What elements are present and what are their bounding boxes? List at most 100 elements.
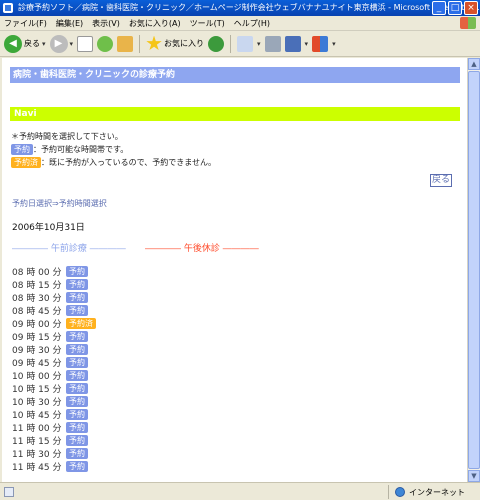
time-slot: 09 時 30 分予約 [12,343,96,356]
favorites-button[interactable]: お気に入り [146,35,205,52]
title-bar: 診療予約ソフト／病院・歯科医院・クリニック／ホームページ制作会社ウェブバナナユナ… [0,0,480,16]
slot-reserve-button[interactable]: 予約 [66,357,88,368]
back-arrow-icon: ◀ [4,34,22,53]
legend-taken-badge: 予約済 [11,157,41,168]
messenger-icon[interactable] [312,35,329,52]
slot-reserve-button[interactable]: 予約 [66,409,88,420]
page-title: 病院・歯科医院・クリニックの診療予約 [10,67,460,83]
close-button[interactable]: × [464,1,478,15]
morning-section-label: ―――― 午前診療 ―――― [12,244,126,254]
slot-reserve-button[interactable]: 予約 [66,305,88,316]
forward-dropdown-icon[interactable]: ▾ [70,40,74,48]
legend-available-text: ：予約可能な時間帯です。 [33,145,129,154]
time-slot: 10 時 15 分予約 [12,382,96,395]
slot-time: 09 時 15 分 [12,333,62,343]
forward-arrow-icon: ▶ [49,34,68,53]
messenger-dropdown-icon[interactable]: ▾ [332,40,336,48]
window-title: 診療予約ソフト／病院・歯科医院・クリニック／ホームページ制作会社ウェブバナナユナ… [18,3,480,12]
slot-reserve-button[interactable]: 予約済 [66,318,96,329]
globe-icon [395,487,405,497]
slot-reserve-button[interactable]: 予約 [66,435,88,446]
slot-reserve-button[interactable]: 予約 [66,383,88,394]
slot-reserve-button[interactable]: 予約 [66,422,88,433]
slot-time: 09 時 30 分 [12,346,62,356]
slot-reserve-button[interactable]: 予約 [66,370,88,381]
time-slot: 10 時 45 分予約 [12,408,96,421]
slot-time: 11 時 15 分 [12,437,62,447]
slot-time: 11 時 45 分 [12,463,62,473]
time-slot: 09 時 15 分予約 [12,330,96,343]
status-bar: インターネット [0,482,480,500]
time-slot: 08 時 45 分予約 [12,304,96,317]
minimize-button[interactable]: _ [432,1,446,15]
stop-icon[interactable] [77,35,94,52]
zone-label: インターネット [409,487,465,497]
menu-tools[interactable]: ツール(T) [190,18,225,29]
instruction-text: ＊予約時間を選択して下さい。 [11,132,123,141]
research-dropdown-icon[interactable]: ▾ [305,40,309,48]
vertical-scrollbar[interactable]: ▲ ▼ [467,58,480,482]
navi-bar: Navi [10,107,460,121]
breadcrumb[interactable]: 予約日選択⇒予約時間選択 [12,198,107,209]
favorites-label: お気に入り [164,39,205,48]
slot-reserve-button[interactable]: 予約 [66,279,88,290]
toolbar: ◀ 戻る ▾ ▶ ▾ お気に入り ▾ ▾ ▾ [0,31,480,57]
menu-file[interactable]: ファイル(F) [4,18,47,29]
time-slot: 11 時 45 分予約 [12,460,96,473]
slot-reserve-button[interactable]: 予約 [66,292,88,303]
slot-time: 08 時 15 分 [12,281,62,291]
toolbar-separator [230,34,232,53]
scroll-down-icon[interactable]: ▼ [468,470,480,482]
slot-reserve-button[interactable]: 予約 [66,448,88,459]
slot-time: 10 時 30 分 [12,398,62,408]
mail-dropdown-icon[interactable]: ▾ [257,40,261,48]
maximize-button[interactable]: □ [448,1,462,15]
slot-time: 09 時 45 分 [12,359,62,369]
slot-time: 10 時 15 分 [12,385,62,395]
menu-favorites[interactable]: お気に入り(A) [129,18,181,29]
security-zone: インターネット [388,485,465,499]
time-slot: 10 時 00 分予約 [12,369,96,382]
refresh-icon[interactable] [97,35,114,52]
menu-help[interactable]: ヘルプ(H) [234,18,270,29]
menu-edit[interactable]: 編集(E) [56,18,83,29]
ie-icon [3,3,13,13]
time-slot-list: 08 時 00 分予約 08 時 15 分予約 08 時 30 分予約 08 時… [12,265,96,473]
research-icon[interactable] [284,35,301,52]
scroll-up-icon[interactable]: ▲ [468,58,480,70]
scroll-thumb[interactable] [468,71,480,469]
time-slot: 11 時 00 分予約 [12,421,96,434]
forward-button[interactable]: ▶ ▾ [49,34,74,53]
slot-reserve-button[interactable]: 予約 [66,396,88,407]
time-slot: 11 時 30 分予約 [12,447,96,460]
legend-available-badge: 予約 [11,144,33,155]
back-button[interactable]: ◀ 戻る ▾ [4,34,46,53]
mail-icon[interactable] [237,35,254,52]
time-slot: 09 時 00 分予約済 [12,317,96,330]
back-dropdown-icon[interactable]: ▾ [42,40,46,48]
history-icon[interactable] [208,35,225,52]
legend: ＊予約時間を選択して下さい。 予約 ：予約可能な時間帯です。 予約済 ：既に予約が入… [11,130,216,169]
time-slot: 09 時 45 分予約 [12,356,96,369]
menu-view[interactable]: 表示(V) [92,18,120,29]
slot-time: 11 時 00 分 [12,424,62,434]
back-link[interactable]: 戻る [430,174,453,187]
legend-taken-text: ：既に予約が入っているので、予約できません。 [41,158,217,167]
slot-reserve-button[interactable]: 予約 [66,266,88,277]
star-icon [146,35,162,51]
time-slot: 10 時 30 分予約 [12,395,96,408]
slot-reserve-button[interactable]: 予約 [66,344,88,355]
back-label: 戻る [24,39,40,48]
afternoon-section-label: ―――― 午後休診 ―――― [145,244,259,254]
home-icon[interactable] [117,35,134,52]
slot-time: 08 時 45 分 [12,307,62,317]
print-icon[interactable] [264,35,281,52]
slot-time: 10 時 45 分 [12,411,62,421]
slot-time: 11 時 30 分 [12,450,62,460]
time-slot: 08 時 15 分予約 [12,278,96,291]
page-viewport: 病院・歯科医院・クリニックの診療予約 Navi ＊予約時間を選択して下さい。 予… [2,58,467,482]
time-slot: 08 時 00 分予約 [12,265,96,278]
slot-reserve-button[interactable]: 予約 [66,331,88,342]
slot-reserve-button[interactable]: 予約 [66,461,88,472]
slot-time: 10 時 00 分 [12,372,62,382]
